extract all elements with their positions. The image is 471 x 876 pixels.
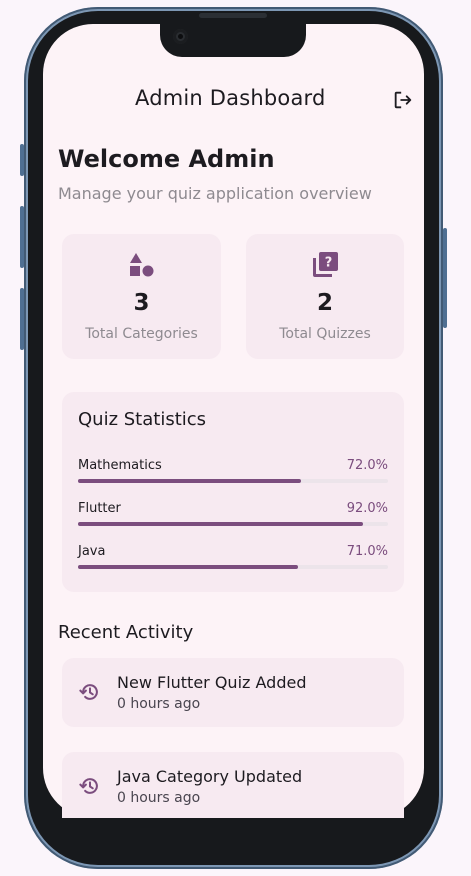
logout-button[interactable] [392,89,414,111]
stat-label: Total Categories [85,326,198,342]
activity-title: Java Category Updated [117,767,303,786]
category-shapes-icon [130,253,154,277]
stat-row-label: Flutter [78,501,121,516]
progress-bar [78,565,388,569]
stat-row-percent: 92.0% [346,501,388,516]
recent-activity-title: Recent Activity [58,622,194,643]
quiz-icon: ? [313,252,338,277]
progress-fill [78,565,299,569]
stat-row-label: Mathematics [78,458,162,473]
progress-bar [78,522,388,526]
stat-row-percent: 72.0% [346,458,388,473]
history-icon [79,684,98,700]
activity-time: 0 hours ago [117,790,201,806]
speaker-grille [199,13,267,18]
front-camera-icon [173,29,188,44]
activity-item[interactable]: New Flutter Quiz Added 0 hours ago [62,658,404,727]
side-button-volume-down [20,288,24,350]
stat-card-quizzes[interactable]: ? 2 Total Quizzes [246,234,404,359]
progress-bar [78,479,388,483]
stat-row-label: Java [78,544,106,559]
stat-row-percent: 71.0% [346,544,388,559]
side-button-volume-up [20,206,24,268]
quiz-statistics-card: Quiz Statistics Mathematics 72.0% Flutte… [62,392,404,592]
welcome-subtitle: Manage your quiz application overview [58,184,372,203]
activity-title: New Flutter Quiz Added [117,673,307,692]
stat-value: 3 [133,290,150,316]
logout-icon [394,91,412,109]
stat-value: 2 [316,290,333,316]
side-button-power [443,228,447,328]
svg-text:?: ? [325,256,333,271]
section-title: Quiz Statistics [78,409,207,430]
stat-card-categories[interactable]: 3 Total Categories [62,234,221,359]
page-title: Admin Dashboard [135,86,326,110]
history-icon [79,778,98,794]
welcome-heading: Welcome Admin [58,145,275,173]
progress-fill [78,479,302,483]
progress-fill [78,522,364,526]
activity-time: 0 hours ago [117,696,201,712]
side-button-mute [20,144,24,176]
stat-label: Total Quizzes [279,326,371,342]
activity-item[interactable]: Java Category Updated 0 hours ago [62,752,404,818]
